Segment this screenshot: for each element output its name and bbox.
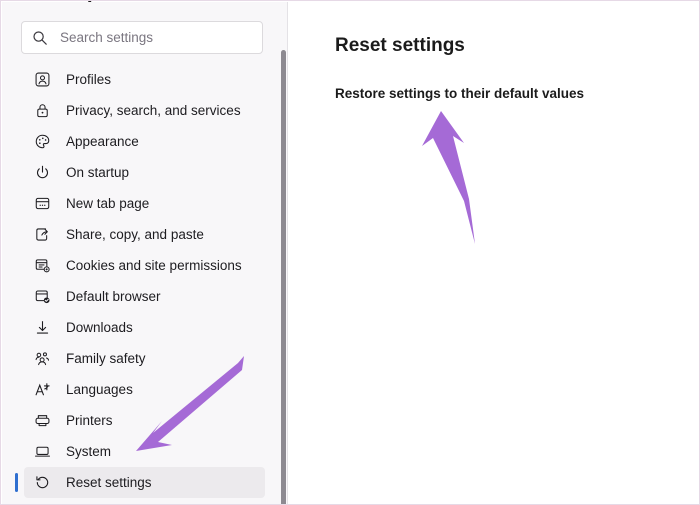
sidebar-item-languages[interactable]: Languages bbox=[24, 374, 265, 405]
reset-icon bbox=[36, 476, 49, 489]
sidebar-item-appearance[interactable]: Appearance bbox=[24, 126, 265, 157]
new-tab-page-icon bbox=[35, 197, 50, 210]
printer-icon bbox=[35, 415, 50, 427]
page-title: Reset settings bbox=[335, 35, 465, 56]
settings-window: Settings Profiles bbox=[0, 0, 700, 505]
reset-settings-panel: Reset settings Restore settings to their… bbox=[288, 2, 699, 504]
sidebar-item-new-tab-page[interactable]: New tab page bbox=[24, 188, 265, 219]
sidebar-item-label: Languages bbox=[66, 381, 133, 397]
sidebar-item-profiles[interactable]: Profiles bbox=[24, 64, 265, 95]
sidebar-item-privacy-search-and-services[interactable]: Privacy, search, and services bbox=[24, 95, 265, 126]
sidebar-item-label: Downloads bbox=[66, 319, 133, 335]
laptop-icon bbox=[34, 446, 51, 457]
sidebar-item-label: Cookies and site permissions bbox=[66, 257, 242, 273]
sidebar-item-default-browser[interactable]: Default browser bbox=[24, 281, 265, 312]
lock-icon bbox=[37, 104, 48, 118]
default-browser-icon bbox=[35, 290, 50, 304]
languages-icon bbox=[35, 383, 50, 396]
sidebar-item-label: On startup bbox=[66, 164, 130, 180]
sidebar-item-share-copy-and-paste[interactable]: Share, copy, and paste bbox=[24, 219, 265, 250]
sidebar-item-downloads[interactable]: Downloads bbox=[24, 312, 265, 343]
sidebar-item-label: Reset settings bbox=[66, 474, 152, 490]
power-icon bbox=[37, 165, 48, 179]
sidebar-item-label: Default browser bbox=[66, 288, 161, 304]
sidebar-item-phone-and-other-devices[interactable]: Phone and other devices bbox=[24, 498, 265, 504]
sidebar-item-label: Share, copy, and paste bbox=[66, 226, 204, 242]
sidebar-item-label: Appearance bbox=[66, 133, 139, 149]
download-icon bbox=[36, 321, 49, 334]
sidebar-item-label: Profiles bbox=[66, 71, 112, 87]
sidebar-item-label: Family safety bbox=[66, 350, 146, 366]
sidebar-item-on-startup[interactable]: On startup bbox=[24, 157, 265, 188]
sidebar-item-label: System bbox=[66, 443, 112, 459]
sidebar-item-label: Privacy, search, and services bbox=[66, 102, 241, 118]
palette-icon bbox=[35, 134, 50, 149]
sidebar-item-family-safety[interactable]: Family safety bbox=[24, 343, 265, 374]
sidebar-item-reset-settings[interactable]: Reset settings bbox=[15, 467, 265, 498]
search-input[interactable] bbox=[60, 22, 252, 53]
restore-defaults-link[interactable]: Restore settings to their default values bbox=[335, 86, 584, 101]
family-icon bbox=[35, 352, 50, 366]
search-settings-box[interactable] bbox=[21, 21, 263, 54]
sidebar-item-system[interactable]: System bbox=[24, 436, 265, 467]
settings-nav-list: Profiles Privacy, search, and services A… bbox=[2, 64, 287, 504]
sidebar-scrollbar-thumb[interactable] bbox=[281, 50, 286, 504]
sidebar-item-cookies-and-site-permissions[interactable]: Cookies and site permissions bbox=[24, 250, 265, 281]
cookies-icon bbox=[35, 259, 50, 273]
sidebar-item-label: Printers bbox=[66, 412, 113, 428]
search-icon bbox=[33, 30, 47, 45]
sidebar-item-label: New tab page bbox=[66, 195, 150, 211]
profile-badge-icon bbox=[35, 72, 50, 87]
share-icon bbox=[36, 228, 48, 241]
settings-sidebar: Profiles Privacy, search, and services bbox=[2, 2, 289, 504]
sidebar-item-printers[interactable]: Printers bbox=[24, 405, 265, 436]
